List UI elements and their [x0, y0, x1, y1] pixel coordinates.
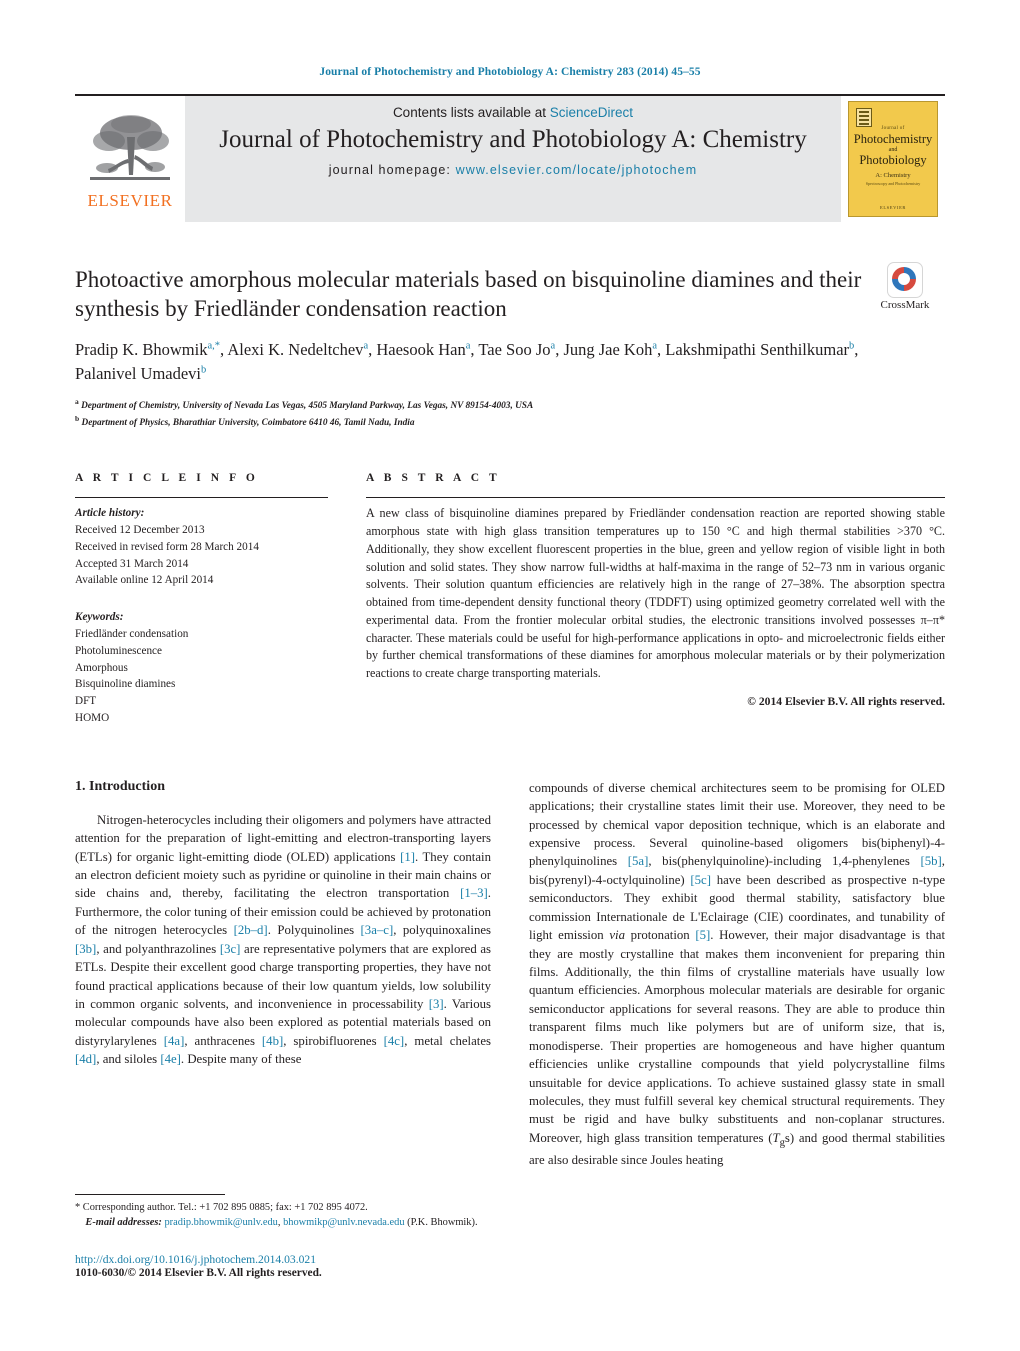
article-history-item: Accepted 31 March 2014 [75, 557, 189, 570]
homepage-label: journal homepage: [328, 163, 451, 177]
email-link-2[interactable]: bhowmikp@unlv.nevada.edu [283, 1217, 404, 1228]
running-head: Journal of Photochemistry and Photobiolo… [319, 66, 701, 78]
article-history-label: Article history: [75, 507, 145, 520]
affiliation-item: a Department of Chemistry, University of… [75, 396, 534, 411]
article-history-item: Available online 12 April 2014 [75, 574, 214, 587]
cover-line-1: Photochemistry [853, 132, 933, 146]
author-affiliation-mark: b [849, 340, 855, 352]
journal-title: Journal of Photochemistry and Photobiolo… [219, 126, 807, 153]
masthead-center: Contents lists available at ScienceDirec… [185, 96, 841, 222]
crossmark-icon [887, 262, 923, 298]
article-info-heading: A R T I C L E I N F O [75, 472, 259, 485]
article-history-item: Received in revised form 28 March 2014 [75, 540, 259, 553]
keyword-item: Photoluminescence [75, 644, 162, 657]
affiliation-list: a Department of Chemistry, University of… [75, 396, 945, 430]
keywords-group: Keywords: Friedländer condensation Photol… [75, 609, 328, 727]
crossmark-widget[interactable]: CrossMark [859, 262, 951, 311]
footnote-area: * Corresponding author. Tel.: +1 702 895… [75, 1194, 491, 1279]
author-affiliation-mark: a [363, 340, 369, 352]
section-heading-introduction: 1. Introduction [75, 778, 165, 794]
keyword-item: Amorphous [75, 661, 128, 674]
info-abstract-row: A R T I C L E I N F O Article history: R… [75, 472, 945, 727]
author-name: Tae Soo Jo [478, 339, 551, 359]
cover-subtitle: A: Chemistry [875, 172, 911, 179]
doi-block: http://dx.doi.org/10.1016/j.jphotochem.2… [75, 1253, 491, 1279]
author-name: Haesook Han [376, 339, 466, 359]
issn-copyright-line: 1010-6030/© 2014 Elsevier B.V. All right… [75, 1267, 322, 1279]
cover-footer: ELSEVIER [879, 205, 907, 210]
author-affiliation-mark: b [201, 364, 207, 376]
keyword-item: DFT [75, 695, 97, 708]
keyword-item: HOMO [75, 711, 110, 724]
author-affiliation-mark: a [652, 340, 658, 352]
contents-prefix: Contents lists available at [392, 105, 550, 120]
cover-line-3: Photobiology [859, 153, 927, 167]
abstract-copyright: © 2014 Elsevier B.V. All rights reserved… [747, 694, 945, 708]
email-link-1[interactable]: pradip.bhowmik@unlv.edu [164, 1217, 277, 1228]
article-history-group: Article history: Received 12 December 20… [75, 505, 328, 589]
keyword-item: Friedländer condensation [75, 628, 189, 640]
publisher-logo: ELSEVIER [75, 96, 185, 222]
journal-cover-thumbnail: Journal of Photochemistry and Photobiolo… [848, 101, 938, 217]
abstract-text: A new class of bisquinoline diamines pre… [366, 506, 945, 681]
email-owner: (P.K. Bhowmik). [407, 1217, 478, 1229]
footnote-rule [75, 1194, 225, 1196]
cover-subtitle-2: Spectroscopy and Photochemistry [865, 181, 921, 186]
homepage-url-link[interactable]: www.elsevier.com/locate/jphotochem [456, 163, 698, 177]
body-column-left: 1. Introduction Nitrogen-heterocycles in… [75, 779, 491, 1169]
abstract-heading: A B S T R A C T [366, 472, 501, 485]
title-block: CrossMark Photoactive amorphous molecula… [75, 262, 945, 430]
corresponding-author-note: * Corresponding author. Tel.: +1 702 895… [75, 1202, 368, 1214]
author-name: Palanivel Umadevi [75, 363, 202, 383]
intro-paragraph-left: Nitrogen-heterocycles including their ol… [75, 812, 492, 1067]
article-history-item: Received 12 December 2013 [75, 524, 205, 537]
affiliation-item: b Department of Physics, Bharathiar Univ… [75, 414, 415, 429]
doi-link[interactable]: http://dx.doi.org/10.1016/j.jphotochem.2… [75, 1253, 491, 1266]
paper-page: Journal of Photochemistry and Photobiolo… [0, 0, 1020, 1351]
author-name: Lakshmipathi Senthilkumar [665, 339, 850, 359]
author-list: Pradip K. Bhowmika,*, Alexi K. Nedeltche… [75, 339, 859, 383]
author-name: Pradip K. Bhowmik [75, 339, 208, 359]
journal-homepage-line: journal homepage: www.elsevier.com/locat… [329, 163, 698, 177]
crossmark-label: CrossMark [880, 299, 930, 311]
author-affiliation-mark: a [550, 340, 556, 352]
cover-badge-icon [856, 108, 872, 127]
sciencedirect-link[interactable]: ScienceDirect [550, 105, 633, 120]
author-name: Jung Jae Koh [563, 339, 653, 359]
author-affiliation-mark: a,* [207, 340, 221, 352]
article-info-rule [75, 497, 328, 499]
abstract-column: A B S T R A C T A new class of bisquinol… [366, 472, 945, 727]
elsevier-wordmark: ELSEVIER [87, 191, 173, 210]
abstract-rule [366, 497, 945, 499]
author-affiliation-mark: a [465, 340, 471, 352]
keyword-item: Bisquinoline diamines [75, 678, 176, 691]
intro-paragraph-right: compounds of diverse chemical architectu… [529, 780, 945, 1167]
page-title: Photoactive amorphous molecular material… [75, 267, 862, 321]
body-column-right: compounds of diverse chemical architectu… [529, 779, 945, 1169]
author-name: Alexi K. Nedeltchev [227, 339, 364, 359]
email-label: E-mail addresses: [85, 1217, 162, 1229]
journal-cover-area: Journal of Photochemistry and Photobiolo… [841, 96, 945, 222]
elsevier-tree-icon [87, 111, 173, 189]
journal-masthead: ELSEVIER Contents lists available at Sci… [75, 94, 945, 222]
keywords-label: Keywords: [75, 611, 124, 624]
email-separator: , [277, 1217, 281, 1229]
contents-available-line: Contents lists available at ScienceDirec… [393, 105, 633, 120]
email-note: E-mail addresses: pradip.bhowmik@unlv.ed… [75, 1216, 491, 1231]
body-columns: 1. Introduction Nitrogen-heterocycles in… [75, 779, 945, 1169]
cover-small-top: Journal of [881, 126, 905, 131]
article-info-column: A R T I C L E I N F O Article history: R… [75, 472, 328, 727]
